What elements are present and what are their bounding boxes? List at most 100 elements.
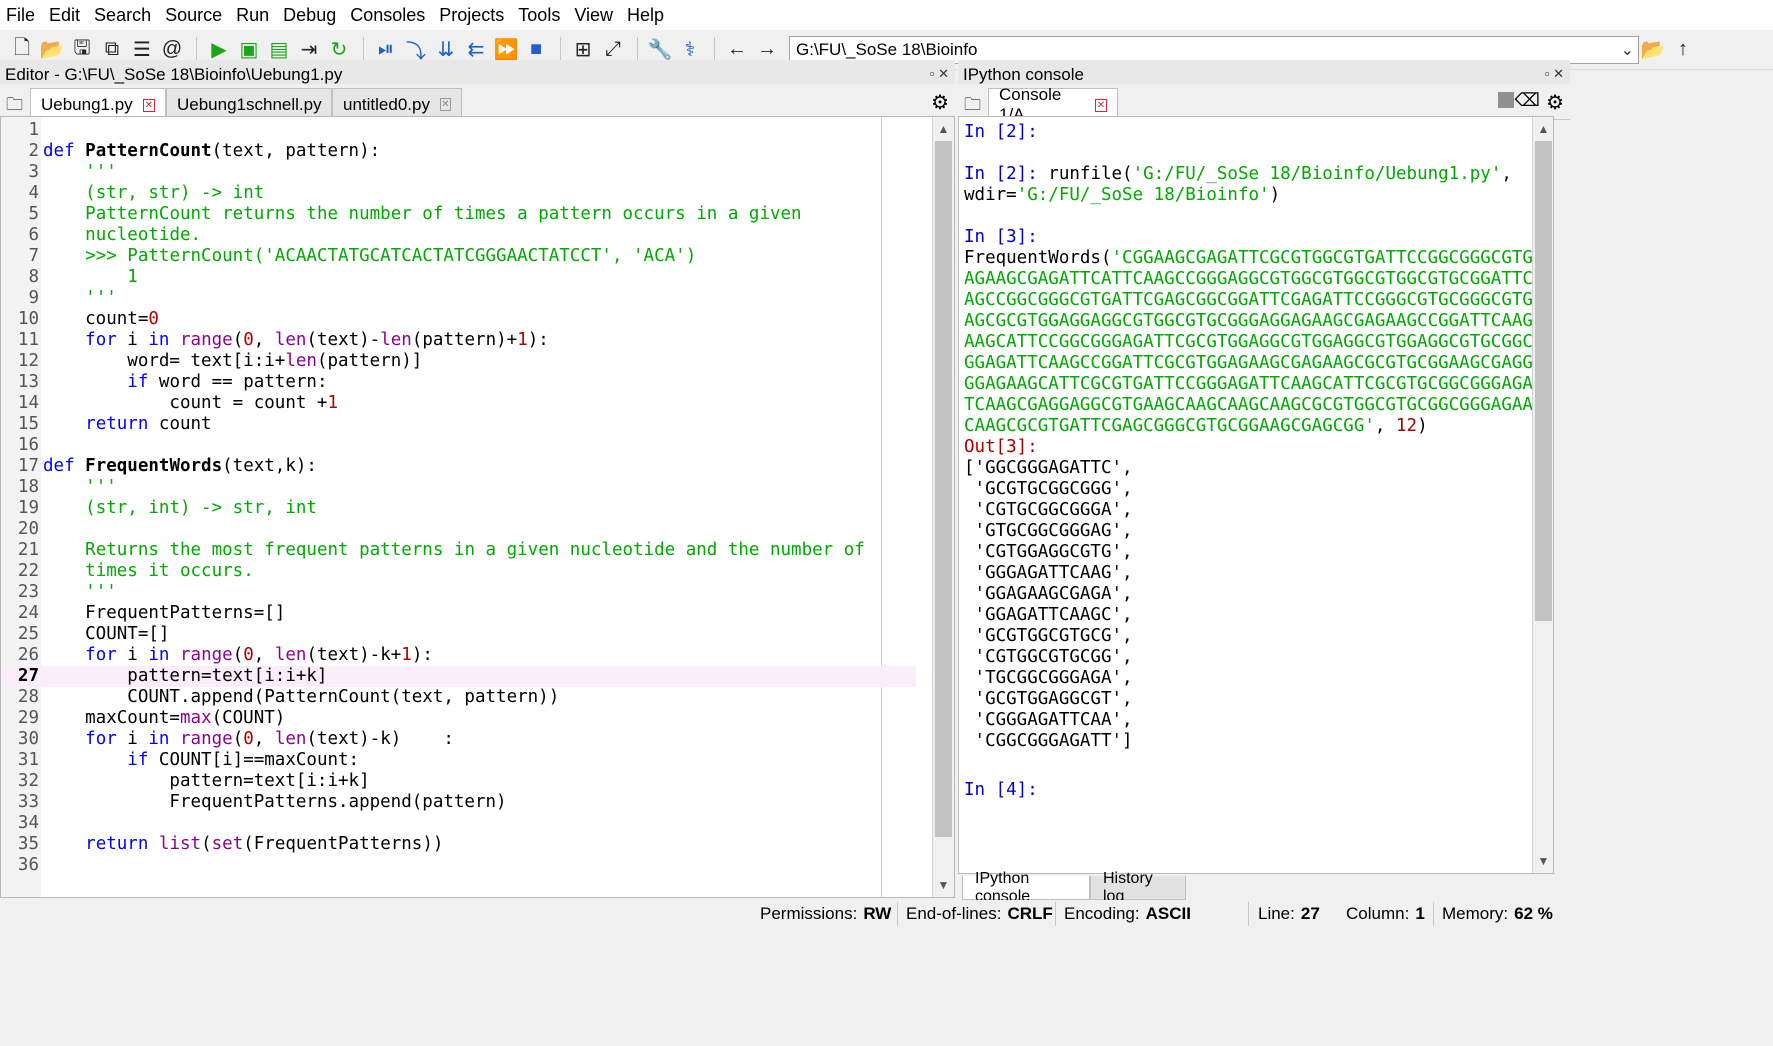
gear-icon[interactable]: ⚙ bbox=[931, 90, 949, 115]
code-line: 8 1 bbox=[28, 267, 138, 287]
result-line: 'CGGGAGATTCAA', bbox=[964, 710, 1133, 730]
ipython-console[interactable]: In [2]: In [2]: runfile('G:/FU/_SoSe 18/… bbox=[958, 116, 1554, 874]
code-line: 11 for i in range(0, len(text)-len(patte… bbox=[17, 330, 549, 350]
scrollbar-thumb[interactable] bbox=[1535, 141, 1552, 621]
close-icon[interactable]: ✕ bbox=[142, 98, 155, 112]
scrollbar-thumb[interactable] bbox=[935, 141, 952, 837]
menu-file[interactable]: File bbox=[6, 5, 45, 26]
code-line: 22 times it occurs. bbox=[17, 561, 254, 581]
result-line: 'CGTGCGGCGGGA', bbox=[964, 500, 1133, 520]
code-line: 15 return count bbox=[17, 414, 212, 434]
code-line: 24 FrequentPatterns=[] bbox=[17, 603, 286, 623]
code-line: 36 bbox=[17, 855, 39, 875]
pane-undock-close-icon[interactable]: ▫ ✕ bbox=[930, 66, 949, 82]
code-line: 6 nucleotide. bbox=[28, 225, 202, 245]
stop-kernel-icon[interactable] bbox=[1498, 92, 1514, 108]
console-line: In [2]: runfile('G:/FU/_SoSe 18/Bioinfo/… bbox=[964, 164, 1512, 184]
tab-ipython-console[interactable]: IPython console bbox=[962, 870, 1090, 905]
code-line: 34 bbox=[17, 813, 39, 833]
code-editor[interactable]: 1 2 def PatternCount(text, pattern): 3 ''… bbox=[0, 116, 955, 898]
menu-source[interactable]: Source bbox=[165, 5, 232, 26]
close-icon[interactable]: ✕ bbox=[1094, 98, 1107, 112]
close-icon[interactable]: ✕ bbox=[439, 98, 451, 111]
code-line: 35 return list(set(FrequentPatterns)) bbox=[17, 834, 444, 854]
code-line: 14 count = count +1 bbox=[17, 393, 339, 413]
console-line: AGAAGCGAGATTCATTCAAGCCGGGAGGCGTGGCGTGGCG… bbox=[964, 269, 1544, 289]
result-line: 'GGAGATTCAAGC', bbox=[964, 605, 1133, 625]
tab-history-log[interactable]: History log bbox=[1090, 870, 1186, 905]
menu-bar: File Edit Search Source Run Debug Consol… bbox=[0, 0, 1773, 30]
code-line: 33 FrequentPatterns.append(pattern) bbox=[17, 792, 507, 812]
gear-icon[interactable]: ⚙ bbox=[1546, 90, 1564, 115]
menu-run[interactable]: Run bbox=[236, 5, 279, 26]
result-line: 'CGTGGAGGCGTG', bbox=[964, 542, 1133, 562]
status-bar: Permissions: RW End-of-lines: CRLF Encodin… bbox=[0, 900, 1773, 1046]
console-line: AGCCGGCGGGCGTGATTCGAGCGGCGGATTCGAGATTCCG… bbox=[964, 290, 1544, 310]
console-line: In [2]: bbox=[964, 122, 1038, 142]
editor-scrollbar[interactable]: ▲ ▼ bbox=[932, 117, 954, 897]
status-divider bbox=[1248, 902, 1249, 926]
code-line: 25 COUNT=[] bbox=[17, 624, 170, 644]
console-line: In [3]: bbox=[964, 227, 1038, 247]
result-line: 'GTGCGGCGGGAG', bbox=[964, 521, 1133, 541]
menu-consoles[interactable]: Consoles bbox=[350, 5, 435, 26]
console-line: GGAGAAGCATTCGCGTGATTCCGGGAGATTCAAGCATTCG… bbox=[964, 374, 1544, 394]
status-divider bbox=[897, 902, 898, 926]
menu-debug[interactable]: Debug bbox=[283, 5, 346, 26]
scroll-down-icon[interactable]: ▼ bbox=[1533, 851, 1553, 871]
parent-dir-arrow-icon[interactable]: ↑ bbox=[1669, 36, 1697, 64]
code-line: 4 (str, str) -> int bbox=[28, 183, 265, 203]
toolbar-divider bbox=[560, 36, 561, 63]
eraser-icon[interactable]: ⌫ bbox=[1515, 90, 1540, 111]
console-tab-bar: 🗀 Console 1/A ✕ ⌫ ⚙ bbox=[958, 84, 1570, 124]
scroll-up-icon[interactable]: ▲ bbox=[1533, 119, 1553, 139]
console-line: FrequentWords('CGGAAGCGAGATTCGCGTGGCGTGA… bbox=[964, 248, 1544, 268]
status-line: Line: 27 bbox=[1258, 904, 1320, 923]
status-eol: End-of-lines: CRLF bbox=[906, 904, 1053, 923]
menu-tools[interactable]: Tools bbox=[518, 5, 570, 26]
console-bottom-tabs: IPython console History log bbox=[958, 870, 1570, 905]
code-line: 31 if COUNT[i]==maxCount: bbox=[17, 750, 360, 770]
code-line: 18 ''' bbox=[17, 477, 117, 497]
console-title: IPython console bbox=[963, 64, 1084, 84]
console-line: AGCGCGTGGAGGAGGCGTGGCGTGCGGGAGGAGAAGCGAG… bbox=[964, 311, 1544, 331]
scroll-down-icon[interactable]: ▼ bbox=[933, 875, 954, 895]
status-column: Column: 1 bbox=[1346, 904, 1425, 923]
scroll-up-icon[interactable]: ▲ bbox=[933, 119, 954, 139]
tab-label: untitled0.py bbox=[343, 94, 430, 114]
console-scrollbar[interactable]: ▲ ▼ bbox=[1532, 117, 1553, 873]
code-line: 30 for i in range(0, len(text)-k) : bbox=[17, 729, 454, 749]
editor-title: Editor - G:\FU\_SoSe 18\Bioinfo\Uebung1.… bbox=[5, 64, 343, 84]
menu-view[interactable]: View bbox=[574, 5, 623, 26]
status-divider bbox=[1433, 902, 1434, 926]
code-line-current: 27 pattern=text[i:i+k] bbox=[1, 666, 916, 688]
console-line: GGAGATTCAAGCCGGATTCGCGTGGAGAAGCGAGAAGCGC… bbox=[964, 353, 1544, 373]
code-line: 16 bbox=[17, 435, 39, 455]
code-line: 19 (str, int) -> str, int bbox=[17, 498, 317, 518]
result-line: 'CGGCGGGAGATT'] bbox=[964, 731, 1133, 751]
result-line: 'GCGTGGAGGCGT', bbox=[964, 689, 1133, 709]
code-line: 9 ''' bbox=[28, 288, 117, 308]
menu-edit[interactable]: Edit bbox=[49, 5, 90, 26]
status-divider bbox=[1055, 902, 1056, 926]
status-permissions: Permissions: RW bbox=[760, 904, 892, 923]
pane-undock-close-icon[interactable]: ▫ ✕ bbox=[1545, 66, 1564, 82]
console-line: CAAGCGCGTGATTCGAGCGGGCGTGCGGAAGCGAGCGG',… bbox=[964, 416, 1428, 436]
console-line: wdir='G:/FU/_SoSe 18/Bioinfo') bbox=[964, 185, 1281, 205]
status-memory: Memory: 62 % bbox=[1442, 904, 1553, 923]
result-line: 'CGTGGCGTGCGG', bbox=[964, 647, 1133, 667]
code-line: 1 bbox=[28, 120, 39, 140]
browse-folder-icon[interactable]: 📂 bbox=[1639, 36, 1667, 64]
result-line: ['GGCGGGAGATTC', bbox=[964, 458, 1133, 478]
toolbar-divider bbox=[637, 36, 638, 63]
result-line: 'GGGAGATTCAAG', bbox=[964, 563, 1133, 583]
menu-help[interactable]: Help bbox=[627, 5, 674, 26]
code-line: 28 COUNT.append(PatternCount(text, patte… bbox=[17, 687, 560, 707]
console-line: AAGCATTCCGGCGGGAGATTCGCGTGGAGGCGTGGAGGCG… bbox=[964, 332, 1544, 352]
menu-projects[interactable]: Projects bbox=[439, 5, 514, 26]
chevron-down-icon[interactable]: ⌄ bbox=[1621, 40, 1634, 60]
result-line: 'TGCGGCGGGAGA', bbox=[964, 668, 1133, 688]
status-encoding: Encoding: ASCII bbox=[1064, 904, 1191, 923]
toolbar-divider bbox=[714, 36, 715, 63]
menu-search[interactable]: Search bbox=[94, 5, 161, 26]
